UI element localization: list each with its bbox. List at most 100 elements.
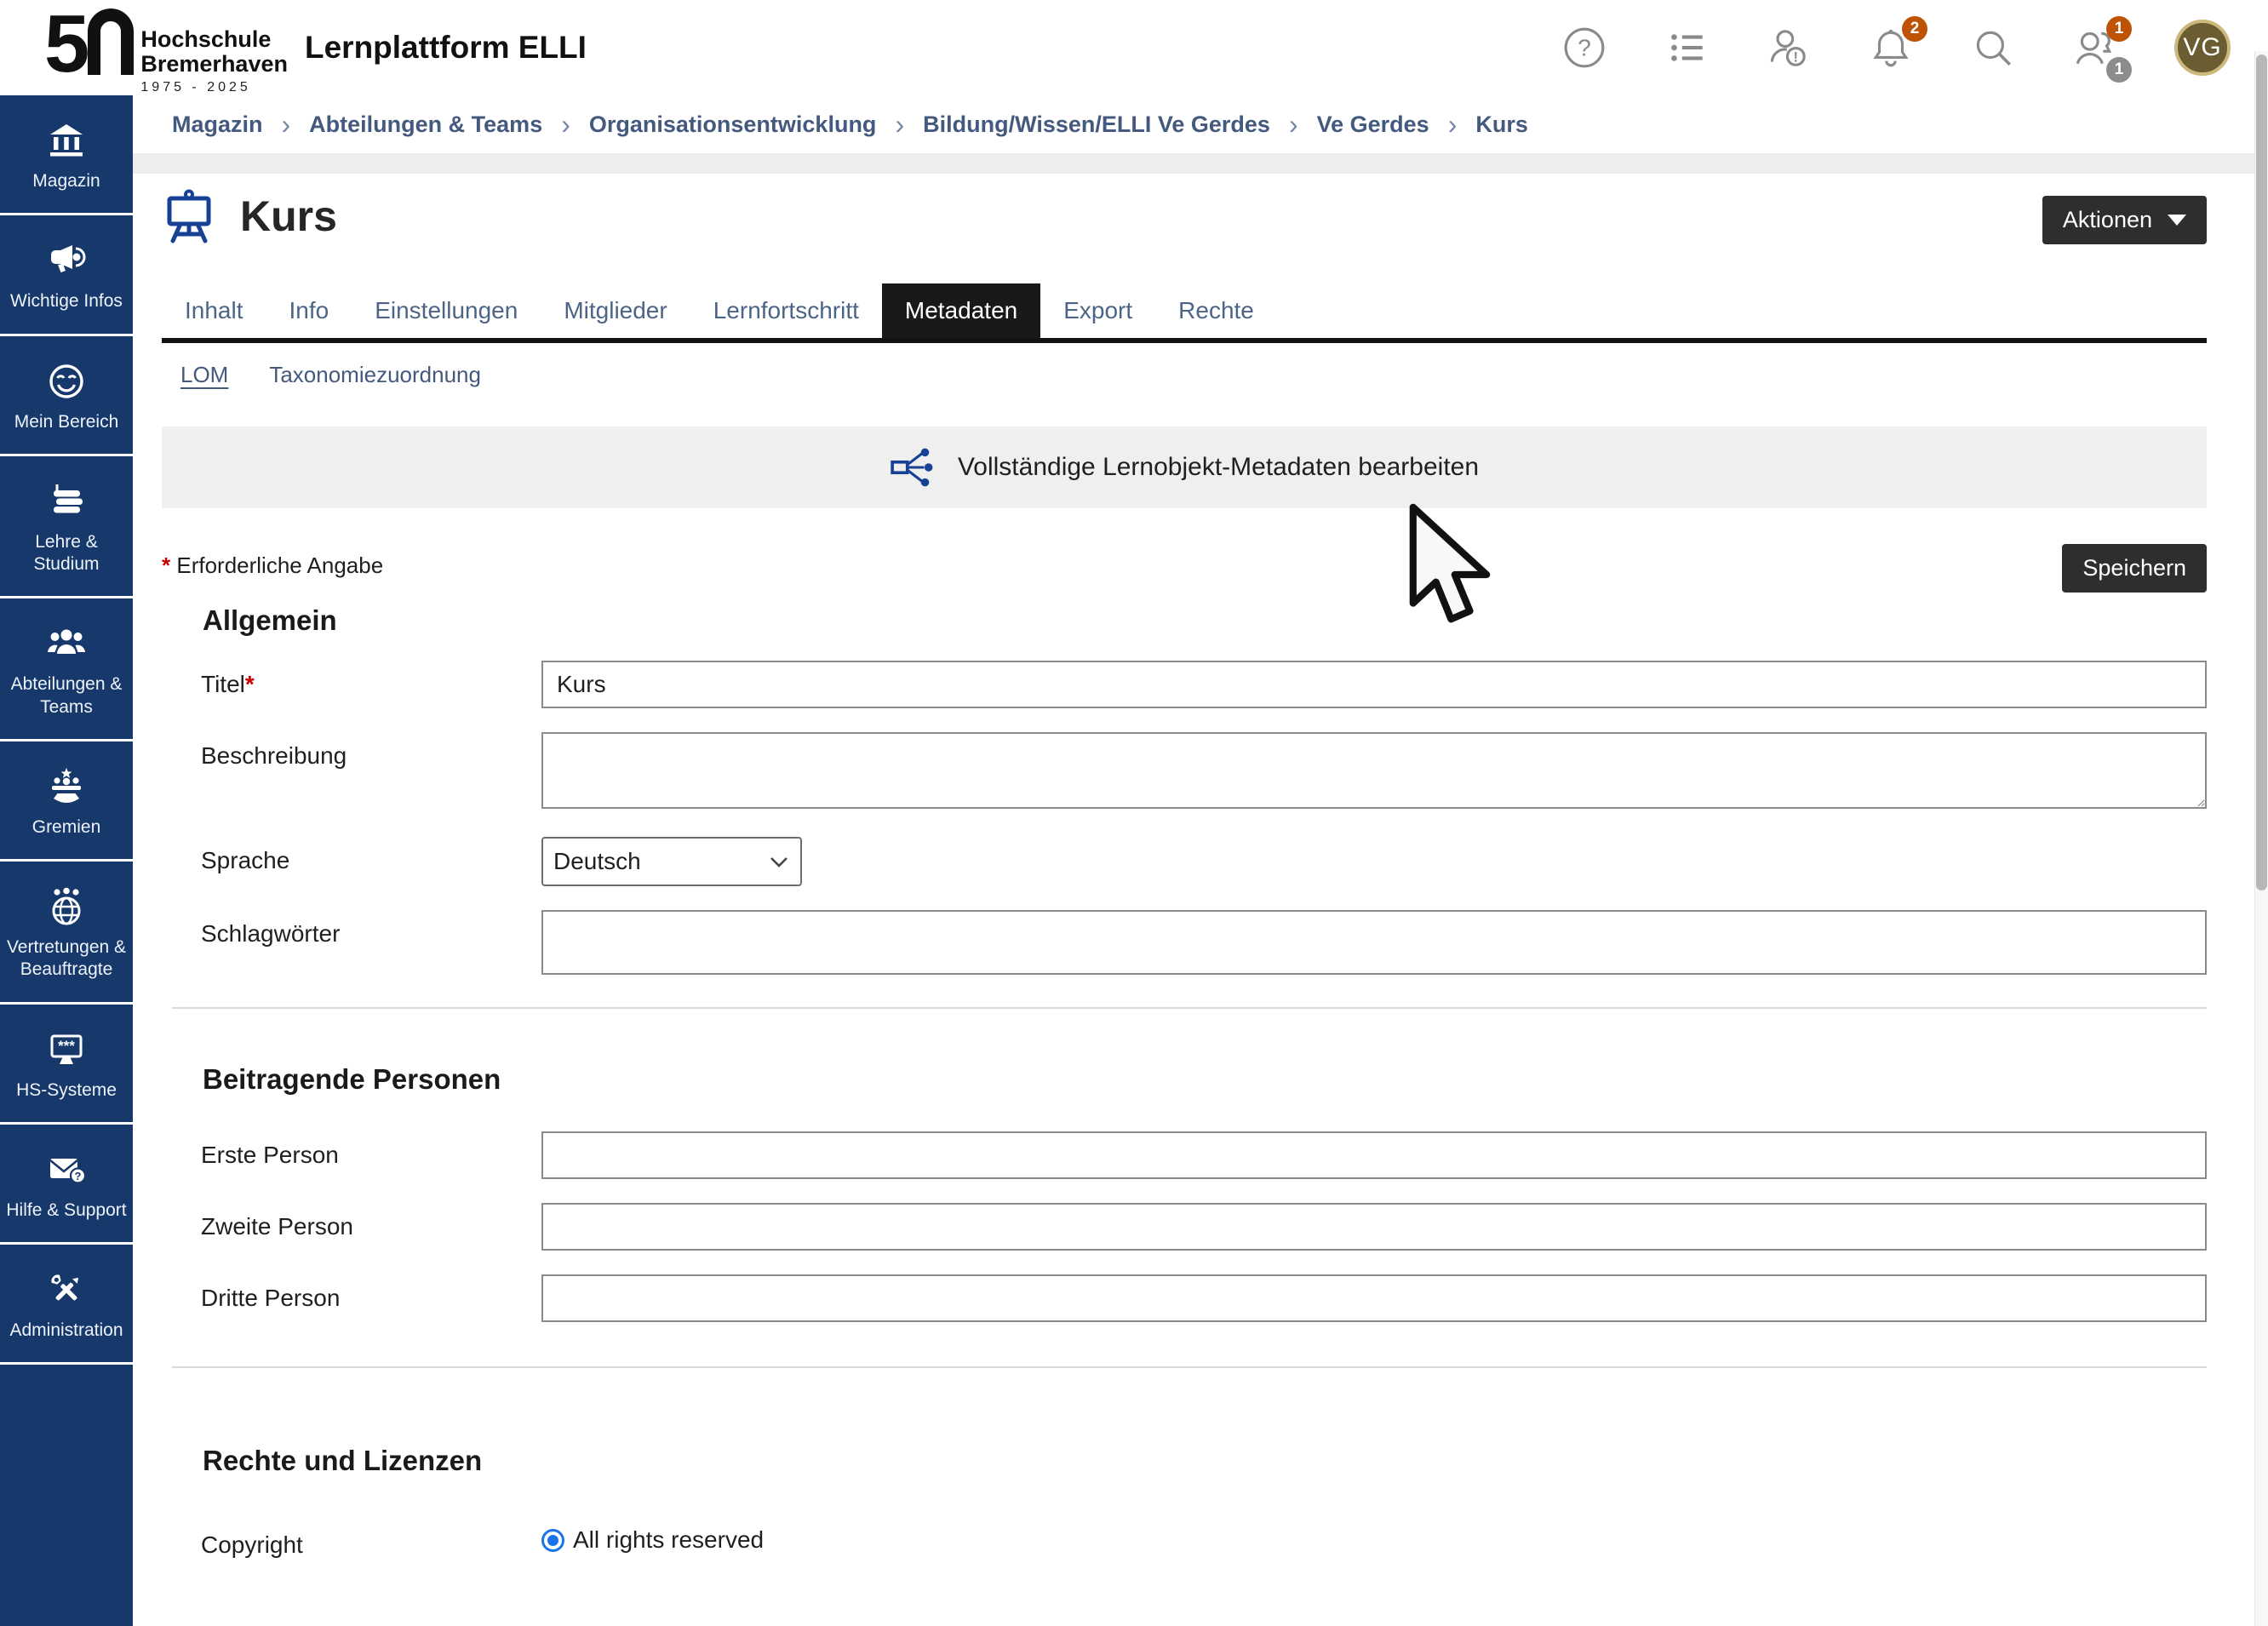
user-avatar[interactable]: VG (2174, 20, 2231, 76)
chevron-right-icon: › (282, 109, 291, 140)
required-asterisk: * (162, 552, 170, 578)
breadcrumb-item-organisationsentwicklung[interactable]: Organisationsentwicklung (589, 112, 877, 138)
section-heading-rechte: Rechte und Lizenzen (203, 1445, 2207, 1477)
page-title: Kurs (240, 192, 337, 241)
contacts-badge: 1 (2106, 16, 2132, 42)
monitor-icon: *** (3, 1028, 129, 1071)
tab-bar: Inhalt Info Einstellungen Mitglieder Ler… (162, 283, 2207, 343)
edit-full-metadata-banner[interactable]: Vollständige Lernobjekt-Metadaten bearbe… (162, 427, 2207, 508)
app-title: Lernplattform ELLI (305, 0, 587, 95)
search-button[interactable] (1970, 25, 2016, 71)
list-icon (1664, 25, 1710, 71)
main-sidebar: Magazin Wichtige Infos Mein Bereich Lehr… (0, 95, 133, 1626)
breadcrumb-item-ve-gerdes[interactable]: Ve Gerdes (1317, 112, 1429, 138)
svg-text:!: ! (1794, 49, 1799, 66)
copyright-option-label: All rights reserved (573, 1526, 764, 1554)
contacts-badge-secondary: 1 (2106, 57, 2132, 83)
titel-label: Titel* (162, 661, 541, 708)
chevron-down-icon (770, 856, 788, 867)
chevron-right-icon: › (1448, 109, 1458, 140)
tab-info[interactable]: Info (266, 283, 352, 338)
breadcrumb-item-bildung-wissen[interactable]: Bildung/Wissen/ELLI Ve Gerdes (923, 112, 1270, 138)
metadata-hub-icon (890, 444, 936, 490)
copyright-label: Copyright (162, 1521, 541, 1559)
top-header: 5 Hochschule Bremerhaven 1975 - 2025 Ler… (0, 0, 2268, 95)
committee-icon (3, 765, 129, 808)
envelope-question-icon: ? (3, 1148, 129, 1191)
bank-icon (3, 119, 129, 162)
chevron-right-icon: › (1289, 109, 1298, 140)
sidebar-item-gremien[interactable]: Gremien (0, 741, 133, 862)
logo-school-line2: Bremerhaven (140, 52, 288, 77)
breadcrumb-item-kurs[interactable]: Kurs (1475, 112, 1528, 138)
tab-metadaten[interactable]: Metadaten (882, 283, 1040, 338)
dritte-person-input[interactable] (541, 1274, 2207, 1322)
copyright-radio[interactable] (541, 1529, 564, 1552)
breadcrumb-item-abteilungen-teams[interactable]: Abteilungen & Teams (309, 112, 542, 138)
erste-person-input[interactable] (541, 1131, 2207, 1179)
tab-inhalt[interactable]: Inhalt (162, 283, 266, 338)
notifications-badge: 2 (1902, 16, 1927, 42)
erste-person-label: Erste Person (162, 1131, 541, 1179)
beschreibung-textarea[interactable] (541, 732, 2207, 809)
caret-down-icon (2168, 215, 2186, 226)
sidebar-item-vertretungen-beauftragte[interactable]: Vertretungen & Beauftragte (0, 862, 133, 1005)
zweite-person-label: Zweite Person (162, 1203, 541, 1251)
tools-icon (3, 1268, 129, 1311)
beschreibung-label: Beschreibung (162, 732, 541, 813)
smiley-icon (3, 360, 129, 403)
books-icon (3, 480, 129, 523)
banner-label: Vollständige Lernobjekt-Metadaten bearbe… (958, 453, 1479, 482)
sprache-label: Sprache (162, 837, 541, 886)
globe-people-icon (3, 885, 129, 928)
sidebar-item-administration[interactable]: Administration (0, 1245, 133, 1365)
breadcrumb-item-magazin[interactable]: Magazin (172, 112, 263, 138)
tab-lernfortschritt[interactable]: Lernfortschritt (690, 283, 882, 338)
contacts-button[interactable]: 1 1 (2072, 25, 2118, 71)
sidebar-item-wichtige-infos[interactable]: Wichtige Infos (0, 215, 133, 335)
tab-export[interactable]: Export (1040, 283, 1155, 338)
sidebar-item-abteilungen-teams[interactable]: Abteilungen & Teams (0, 598, 133, 741)
question-circle-icon: ? (1561, 25, 1607, 71)
sidebar-item-mein-bereich[interactable]: Mein Bereich (0, 336, 133, 456)
dritte-person-label: Dritte Person (162, 1274, 541, 1322)
scrollbar-thumb[interactable] (2256, 54, 2267, 890)
breadcrumb: Magazin › Abteilungen & Teams › Organisa… (133, 95, 2254, 153)
chevron-right-icon: › (895, 109, 904, 140)
chevron-right-icon: › (561, 109, 570, 140)
logo-years: 1975 - 2025 (140, 80, 288, 95)
titel-input[interactable] (541, 661, 2207, 708)
tab-mitglieder[interactable]: Mitglieder (541, 283, 690, 338)
megaphone-icon (3, 239, 129, 282)
logo-arch-icon (88, 9, 134, 75)
svg-text:?: ? (1578, 34, 1591, 60)
svg-text:***: *** (58, 1038, 75, 1054)
subtab-lom[interactable]: LOM (180, 362, 228, 391)
people-group-icon (3, 622, 129, 665)
sidebar-item-hilfe-support[interactable]: ? Hilfe & Support (0, 1125, 133, 1245)
actions-button[interactable]: Aktionen (2042, 196, 2207, 244)
subtab-bar: LOM Taxonomiezuordnung (162, 362, 2207, 391)
sprache-select[interactable]: Deutsch (541, 837, 802, 886)
awareness-button[interactable]: ! (1766, 25, 1812, 71)
tab-rechte[interactable]: Rechte (1155, 283, 1277, 338)
course-icon (162, 189, 216, 243)
sidebar-item-lehre-studium[interactable]: Lehre & Studium (0, 456, 133, 599)
save-button[interactable]: Speichern (2062, 544, 2207, 593)
help-button[interactable]: ? (1561, 25, 1607, 71)
schlagwoerter-input[interactable] (541, 910, 2207, 975)
schlagwoerter-label: Schlagwörter (162, 910, 541, 975)
scrollbar-track[interactable] (2254, 51, 2268, 1626)
sidebar-item-magazin[interactable]: Magazin (0, 95, 133, 215)
main-menu-button[interactable] (1664, 25, 1710, 71)
section-divider (172, 1366, 2207, 1368)
tab-einstellungen[interactable]: Einstellungen (352, 283, 541, 338)
zweite-person-input[interactable] (541, 1203, 2207, 1251)
logo-digit-5: 5 (44, 5, 86, 83)
hochschule-bremerhaven-logo[interactable]: 5 Hochschule Bremerhaven 1975 - 2025 (44, 5, 288, 95)
sidebar-item-hs-systeme[interactable]: *** HS-Systeme (0, 1005, 133, 1125)
section-heading-beitragende: Beitragende Personen (203, 1063, 2207, 1096)
notifications-button[interactable]: 2 (1868, 25, 1914, 71)
section-heading-allgemein: Allgemein (203, 604, 2207, 637)
subtab-taxonomiezuordnung[interactable]: Taxonomiezuordnung (269, 362, 481, 391)
